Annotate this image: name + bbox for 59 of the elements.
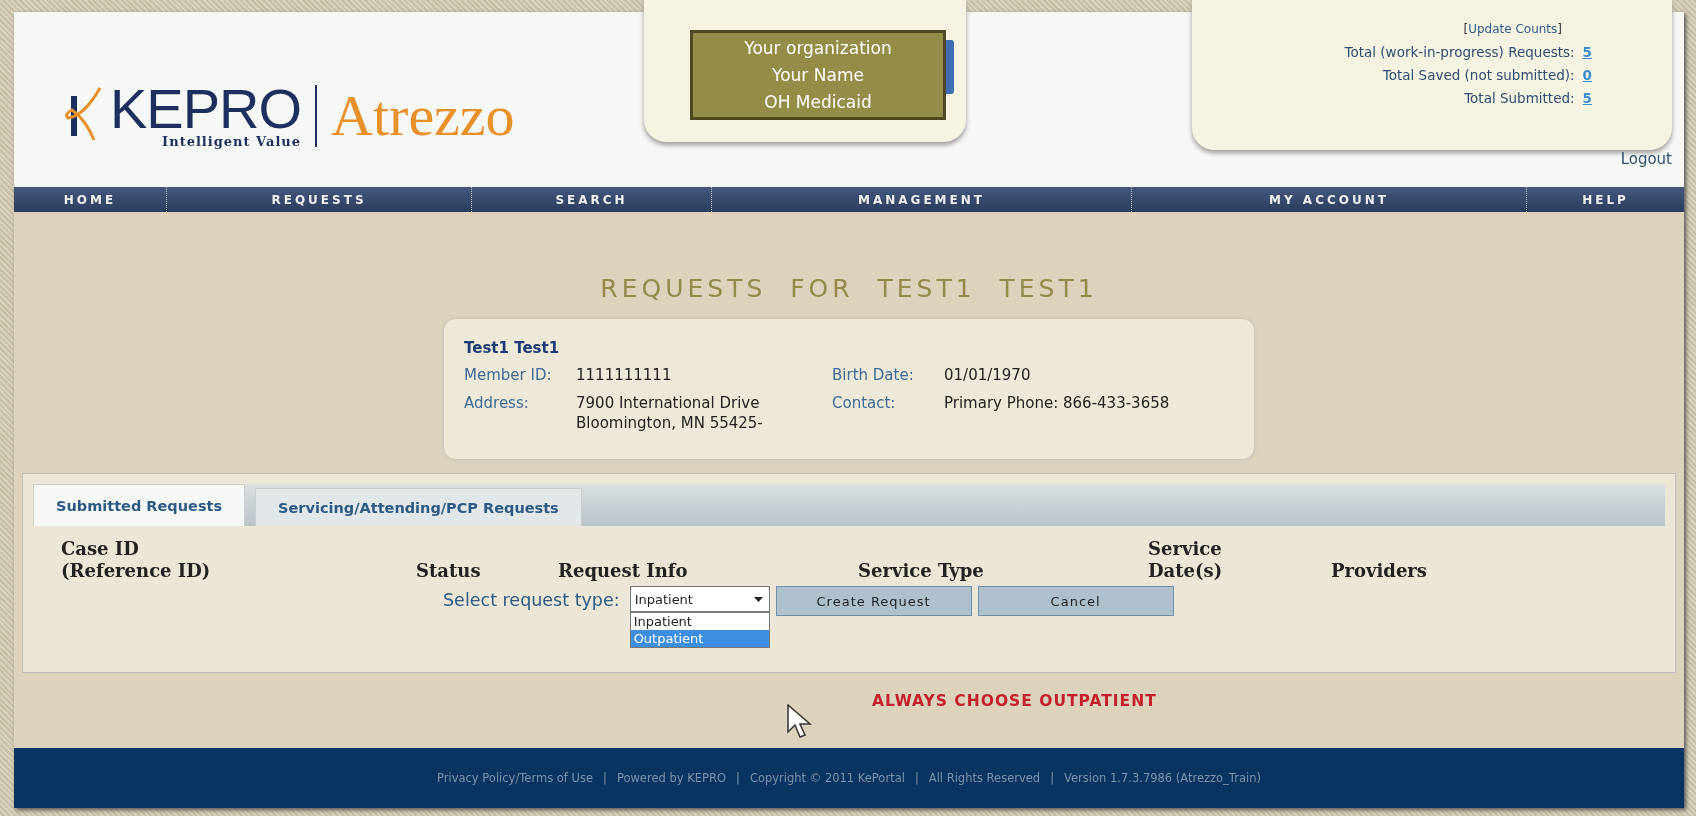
field-value: 01/01/1970 bbox=[944, 365, 1032, 385]
field-label: Birth Date: bbox=[832, 365, 915, 385]
column-header: Case ID bbox=[61, 538, 140, 560]
field-label: Member ID: bbox=[464, 365, 553, 385]
request-type-dropdown[interactable]: Inpatient bbox=[629, 586, 770, 612]
nav-link[interactable]: HELP bbox=[1527, 187, 1684, 212]
field-label: Address: bbox=[464, 393, 530, 414]
nav-link[interactable]: MY ACCOUNT bbox=[1132, 187, 1527, 212]
column-header: Service Type bbox=[858, 560, 985, 582]
count-label: Total (work-in-progress) Requests: bbox=[1344, 43, 1575, 62]
logo-wordmark: KEPRO bbox=[110, 82, 302, 136]
logout-link[interactable]: Logout bbox=[1620, 150, 1672, 168]
user-info-line: OH Medicaid bbox=[764, 90, 872, 114]
warning-note: ALWAYS CHOOSE OUTPATIENT bbox=[872, 692, 1157, 710]
action-button[interactable]: Create Request bbox=[775, 586, 972, 616]
nav-link[interactable]: MANAGEMENT bbox=[712, 187, 1132, 212]
footer-link[interactable]: All Rights Reserved bbox=[928, 771, 1041, 785]
user-info-line: Your Name bbox=[772, 63, 864, 87]
dropdown-option[interactable]: Outpatient bbox=[630, 630, 769, 647]
column-header: Providers bbox=[1331, 560, 1428, 582]
user-button[interactable] bbox=[946, 40, 954, 94]
nav-link[interactable]: REQUESTS bbox=[167, 187, 472, 212]
column-header: (Reference ID) bbox=[61, 560, 212, 582]
field-value: 1111111111 bbox=[576, 365, 673, 385]
tab[interactable]: Submitted Requests bbox=[33, 484, 246, 526]
field-label: Select request type: bbox=[443, 589, 620, 612]
field-value: Primary Phone: 866-433-3658 bbox=[944, 393, 1171, 413]
bracket: [ bbox=[1463, 22, 1469, 36]
footer-separator: | bbox=[603, 771, 607, 785]
column-header: Date(s) bbox=[1148, 560, 1224, 582]
nav-link[interactable]: HOME bbox=[14, 187, 167, 212]
tab[interactable]: Servicing/Attending/PCP Requests bbox=[255, 488, 582, 526]
bracket: ] bbox=[1557, 22, 1562, 36]
cursor-icon bbox=[787, 704, 813, 740]
footer-link[interactable]: Copyright © 2011 KePortal bbox=[749, 771, 905, 785]
logo-tagline: Intelligent Value bbox=[162, 134, 302, 149]
footer-separator: | bbox=[736, 771, 740, 785]
caret-icon bbox=[753, 596, 763, 602]
action-button[interactable]: Cancel bbox=[977, 586, 1174, 616]
nav-link[interactable]: SEARCH bbox=[472, 187, 712, 212]
count-label: Total Submitted: bbox=[1464, 89, 1575, 108]
update-counts-link[interactable]: Update Counts bbox=[1468, 22, 1558, 36]
user-info-line: Your organization bbox=[744, 36, 892, 60]
field-value: Bloomington, MN 55425- bbox=[576, 413, 764, 433]
field-label: Contact: bbox=[832, 393, 897, 414]
column-header: Service bbox=[1148, 538, 1223, 560]
count-label: Total Saved (not submitted): bbox=[1382, 66, 1575, 85]
footer-link[interactable]: Version 1.7.3.7986 (Atrezzo_Train) bbox=[1064, 771, 1261, 785]
column-header: Request Info bbox=[558, 560, 689, 582]
dropdown-option[interactable]: Inpatient bbox=[630, 613, 769, 630]
product-name: Atrezzo bbox=[331, 82, 515, 149]
footer-separator: | bbox=[1050, 771, 1054, 785]
column-header: Status bbox=[416, 560, 482, 582]
footer-link[interactable]: Powered by KEPRO bbox=[616, 771, 726, 785]
member-name: Test1 Test1 bbox=[464, 339, 561, 357]
page-title: REQUESTS FOR TEST1 TEST1 bbox=[600, 274, 1098, 303]
footer-separator: | bbox=[914, 771, 919, 785]
footer-link[interactable]: Privacy Policy/Terms of Use bbox=[437, 771, 594, 785]
field-value: 7900 International Drive bbox=[576, 393, 761, 413]
